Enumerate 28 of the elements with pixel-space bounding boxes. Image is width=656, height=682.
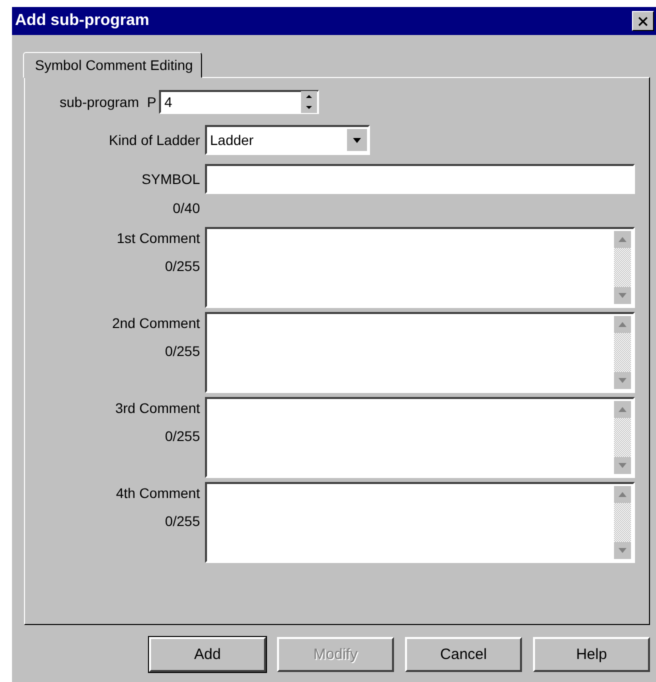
close-button[interactable] [632, 11, 654, 31]
comment-text-area[interactable] [205, 227, 635, 308]
tab[interactable]: Symbol Comment Editing [23, 52, 202, 78]
character-count: 0/255 [164, 513, 200, 529]
field-label: 2nd Comment [112, 315, 200, 331]
field-label: 3rd Comment [115, 400, 200, 416]
comment-text-area[interactable] [205, 312, 635, 393]
dialog-button[interactable]: Cancel [405, 637, 522, 672]
window-title: Add sub-program [15, 12, 150, 30]
field-label: sub-program [58, 94, 139, 110]
field-label: P [147, 94, 156, 110]
caret-icon [347, 129, 367, 151]
character-count: 0/255 [164, 258, 200, 274]
dialog-button[interactable]: Add [149, 637, 266, 672]
close-icon [638, 16, 648, 26]
comment-text-area[interactable] [205, 482, 635, 563]
character-count: 0/255 [164, 343, 200, 359]
dialog-button[interactable]: Help [533, 637, 650, 672]
spin-field[interactable]: 4 [159, 90, 320, 114]
field-label: 4th Comment [116, 485, 200, 501]
field-label: SYMBOL [140, 171, 200, 187]
field-label: Kind of Ladder [108, 132, 200, 148]
comment-text-area[interactable] [205, 397, 635, 478]
field-label: 1st Comment [116, 230, 200, 246]
character-count: 0/255 [164, 428, 200, 444]
symbol-input-field[interactable] [205, 164, 635, 194]
character-count: 0/40 [172, 200, 200, 216]
dropdown[interactable]: Ladder [205, 125, 370, 155]
